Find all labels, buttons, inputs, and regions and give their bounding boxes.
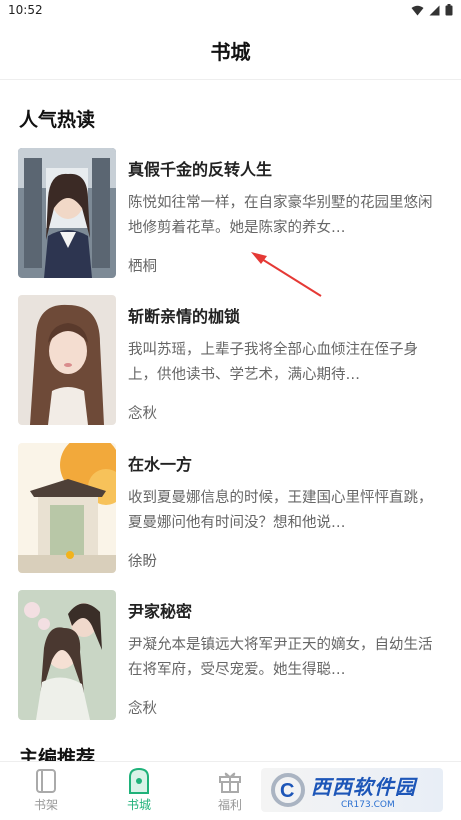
book-author: 念秋: [128, 701, 157, 717]
section-title-editor-picks: 主编推荐: [19, 747, 96, 761]
watermark-logo-icon: C: [271, 773, 305, 807]
watermark-text: 西西软件园 CR173.COM: [311, 771, 416, 810]
book-item[interactable]: 尹家秘密 尹凝允本是镇远大将军尹正天的嫡女，自幼生活在将军府，受尽宠爱。她生得聪…: [18, 590, 443, 720]
book-cover[interactable]: [18, 443, 116, 573]
watermark-sub-text: CR173.COM: [341, 799, 395, 810]
svg-text:C: C: [280, 780, 294, 802]
book-item[interactable]: 斩断亲情的枷锁 我叫苏瑶，上辈子我将全部心血倾注在侄子身上，供他读书、学艺术，满…: [18, 295, 443, 425]
tab-label: 福利: [217, 798, 242, 812]
book-author: 徐盼: [128, 554, 157, 570]
gift-icon: [217, 768, 243, 794]
book-list-content[interactable]: 人气热读 真假千金的反转人生 陈悦如往常一样，在自家豪华别墅的花园里悠闲地修剪着…: [0, 81, 461, 761]
book-title[interactable]: 斩断亲情的枷锁: [128, 303, 240, 327]
book-cover[interactable]: [18, 295, 116, 425]
book-description: 收到夏曼娜信息的时候，王建国心里怦怦直跳，夏曼娜问他有时间没？想和他说…: [128, 490, 433, 531]
annotation-arrow: [251, 252, 322, 297]
bookstore-icon: [126, 768, 152, 794]
page-title: 书城: [210, 40, 251, 64]
book-title[interactable]: 在水一方: [128, 451, 192, 475]
book-author: 栖桐: [128, 259, 157, 275]
book-cover[interactable]: [18, 148, 116, 278]
tab-bookstore[interactable]: 书城: [109, 768, 169, 818]
status-time: 10:52: [8, 3, 43, 17]
signal-icon: [429, 5, 440, 15]
book-description: 陈悦如往常一样，在自家豪华别墅的花园里悠闲地修剪着花草。她是陈家的养女…: [128, 195, 433, 236]
status-bar: 10:52: [0, 0, 461, 22]
title-bar: 书城: [0, 22, 461, 80]
book-item[interactable]: 真假千金的反转人生 陈悦如往常一样，在自家豪华别墅的花园里悠闲地修剪着花草。她是…: [18, 148, 443, 278]
book-description: 尹凝允本是镇远大将军尹正天的嫡女，自幼生活在将军府，受尽宠爱。她生得聪…: [128, 637, 433, 678]
tab-label: 书架: [33, 798, 58, 812]
battery-icon: [445, 4, 453, 16]
book-author: 念秋: [128, 406, 157, 422]
tab-label: 书城: [126, 798, 151, 812]
tab-bookshelf[interactable]: 书架: [16, 768, 76, 818]
status-icons: [411, 4, 453, 16]
section-title-popular: 人气热读: [19, 109, 96, 131]
book-description: 我叫苏瑶，上辈子我将全部心血倾注在侄子身上，供他读书、学艺术，满心期待…: [128, 342, 418, 383]
wifi-icon: [411, 5, 424, 15]
book-title[interactable]: 真假千金的反转人生: [128, 156, 272, 180]
book-item[interactable]: 在水一方 收到夏曼娜信息的时候，王建国心里怦怦直跳，夏曼娜问他有时间没？想和他说…: [18, 443, 443, 573]
watermark-main-text: 西西软件园: [311, 774, 416, 799]
tab-welfare[interactable]: 福利: [200, 768, 260, 818]
book-title[interactable]: 尹家秘密: [128, 598, 192, 622]
bookshelf-icon: [33, 768, 59, 794]
book-cover[interactable]: [18, 590, 116, 720]
watermark: C 西西软件园 CR173.COM: [261, 768, 443, 812]
